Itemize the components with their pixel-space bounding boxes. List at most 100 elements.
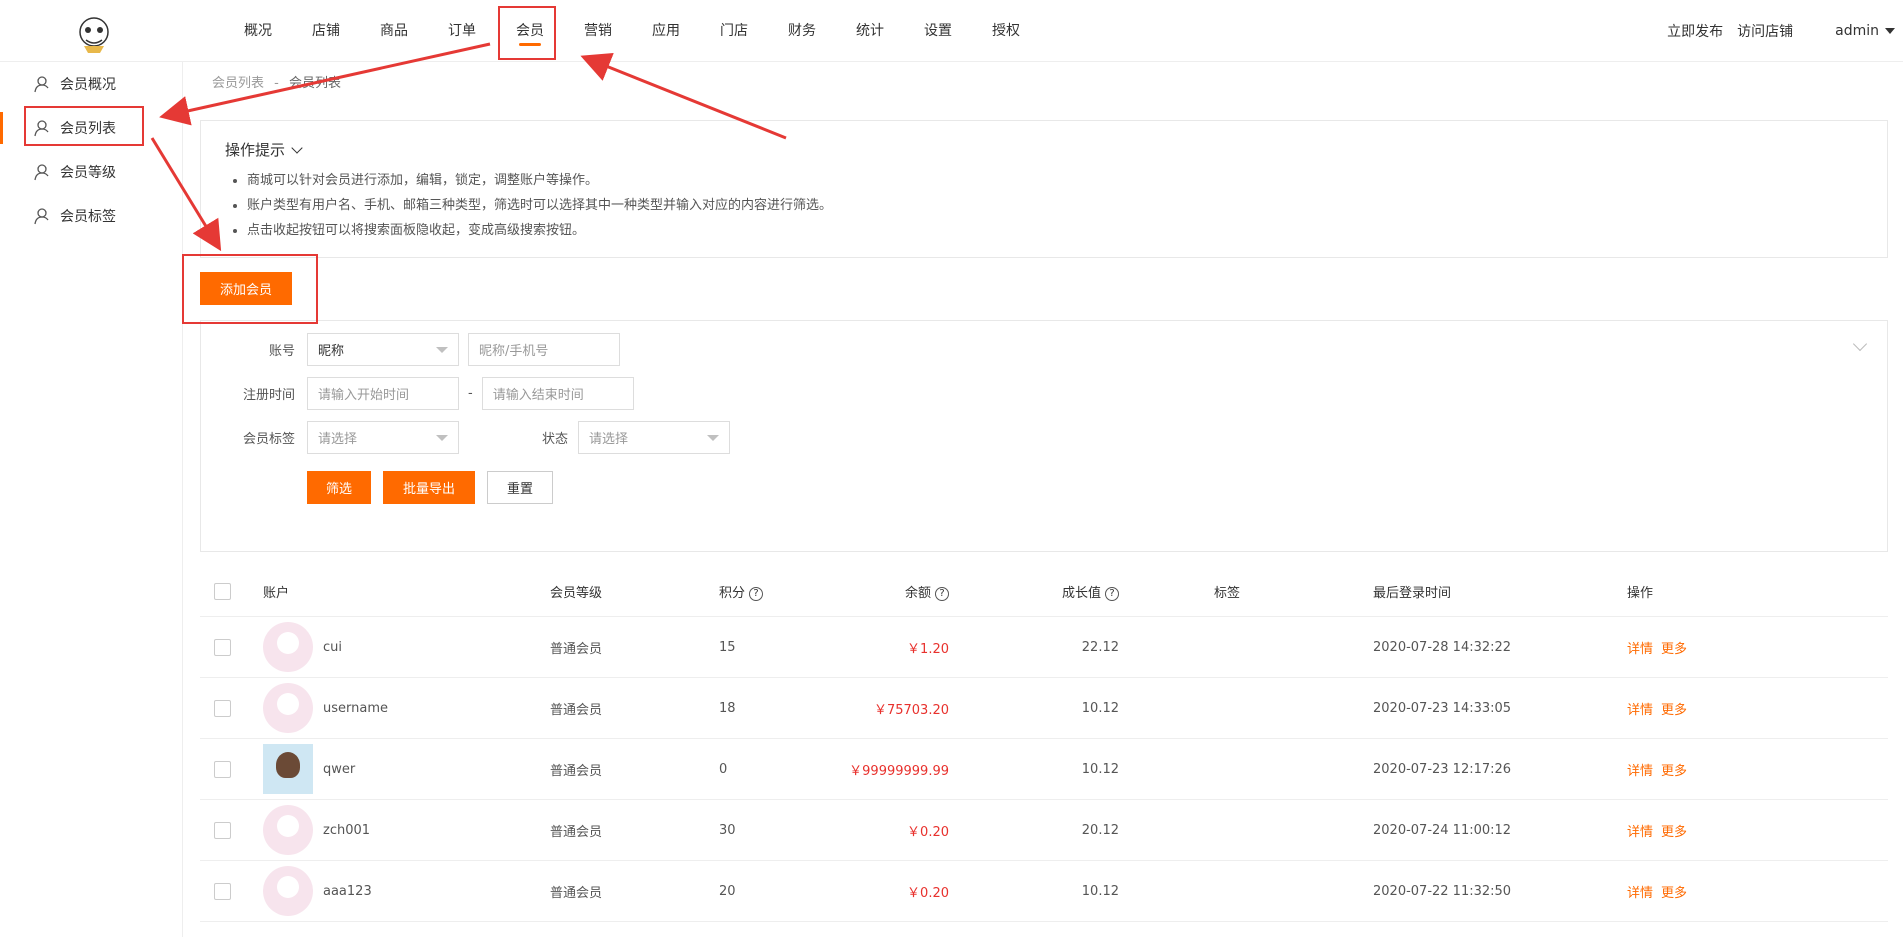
account-type-value: 昵称 (318, 344, 345, 359)
select-all-checkbox[interactable] (214, 583, 231, 600)
more-link[interactable]: 更多 (1661, 642, 1687, 657)
row-checkbox[interactable] (214, 821, 231, 839)
publish-link[interactable]: 立即发布 (1667, 21, 1723, 41)
member-last-login: 2020-07-28 14:32:22 (1373, 639, 1512, 655)
nav-item[interactable]: 营销 (564, 0, 632, 62)
register-time-row: 注册时间 请输入开始时间 - 请输入结束时间 (201, 377, 634, 410)
nav-item[interactable]: 设置 (904, 0, 972, 62)
row-checkbox[interactable] (214, 882, 231, 900)
account-filter-row: 账号 昵称 昵称/手机号 (201, 333, 620, 366)
sidebar-item-label: 会员标签 (60, 209, 116, 225)
header-growth-text: 成长值 (1061, 586, 1101, 601)
table-row: username 普通会员 18 ￥75703.20 10.12 2020-07-23 1… (200, 678, 1888, 739)
nav-item[interactable]: 门店 (700, 0, 768, 62)
user-level-icon (34, 164, 49, 181)
nav-item[interactable]: 应用 (632, 0, 700, 62)
detail-link[interactable]: 详情 (1627, 703, 1653, 718)
header-tags: 标签 (1214, 586, 1241, 601)
detail-link[interactable]: 详情 (1627, 825, 1653, 840)
annotation-box-member-list (24, 106, 144, 146)
status-label: 状态 (541, 432, 568, 447)
help-icon[interactable]: ? (1105, 586, 1119, 601)
more-link[interactable]: 更多 (1661, 764, 1687, 779)
detail-link[interactable]: 详情 (1627, 886, 1653, 901)
reset-button[interactable]: 重置 (487, 471, 553, 504)
breadcrumb-current: 会员列表 (289, 76, 342, 91)
visit-store-link[interactable]: 访问店铺 (1737, 21, 1793, 41)
header-actions: 操作 (1627, 586, 1654, 601)
date-range-dash: - (468, 386, 473, 401)
chevron-down-icon[interactable] (1885, 28, 1895, 34)
tips-title[interactable]: 操作提示 (225, 139, 1863, 160)
member-growth: 20.12 (1081, 822, 1119, 838)
chevron-down-icon[interactable] (291, 141, 303, 154)
member-balance: ￥99999999.99 (849, 763, 949, 779)
member-points: 30 (719, 822, 736, 838)
more-link[interactable]: 更多 (1661, 886, 1687, 901)
sidebar-item[interactable]: 会员概况 (0, 62, 182, 106)
filter-actions: 筛选 批量导出 重置 (307, 471, 553, 504)
breadcrumb-parent[interactable]: 会员列表 (212, 76, 264, 91)
nav-item[interactable]: 统计 (836, 0, 904, 62)
member-points: 15 (719, 639, 736, 655)
member-balance: ￥1.20 (907, 641, 949, 657)
more-link[interactable]: 更多 (1661, 703, 1687, 718)
member-level: 普通会员 (550, 641, 603, 657)
member-last-login: 2020-07-22 11:32:50 (1373, 883, 1512, 899)
status-value: 请选择 (589, 432, 629, 447)
member-tag-select[interactable]: 请选择 (307, 421, 459, 454)
detail-link[interactable]: 详情 (1627, 642, 1653, 657)
nav-item-label: 订单 (448, 23, 476, 39)
account-search-placeholder: 昵称/手机号 (479, 344, 549, 359)
nav-item-label: 授权 (992, 23, 1020, 39)
collapse-chevron-icon[interactable] (1852, 336, 1868, 352)
row-checkbox[interactable] (214, 760, 231, 778)
nav-item[interactable]: 商品 (360, 0, 428, 62)
more-link[interactable]: 更多 (1661, 825, 1687, 840)
nav-item[interactable]: 订单 (428, 0, 496, 62)
member-level: 普通会员 (550, 702, 603, 718)
row-checkbox[interactable] (214, 638, 231, 656)
filter-button[interactable]: 筛选 (307, 471, 371, 504)
member-name: qwer (323, 761, 356, 777)
help-icon[interactable]: ? (749, 586, 764, 601)
user-tag-icon (34, 208, 49, 225)
sidebar-item-label: 会员概况 (60, 77, 116, 93)
end-time-input[interactable]: 请输入结束时间 (481, 377, 634, 410)
member-growth: 10.12 (1081, 883, 1119, 899)
header-points: 积分? (719, 582, 819, 601)
user-menu[interactable]: admin (1835, 23, 1879, 39)
nav-item[interactable]: 店铺 (292, 0, 360, 62)
detail-link[interactable]: 详情 (1627, 764, 1653, 779)
header-last-login: 最后登录时间 (1373, 586, 1452, 601)
nav-item[interactable]: 概况 (224, 0, 292, 62)
nav-item[interactable]: 授权 (972, 0, 1040, 62)
nav-item-label: 统计 (856, 23, 884, 39)
logo-icon[interactable] (74, 14, 114, 54)
operation-tips-panel: 操作提示 商城可以针对会员进行添加，编辑，锁定，调整账户等操作。账户类型有用户名… (200, 120, 1888, 258)
annotation-box-nav-member (498, 6, 556, 60)
dropdown-caret-icon (436, 347, 448, 353)
batch-export-button[interactable]: 批量导出 (383, 471, 475, 504)
tip-item: 商城可以针对会员进行添加，编辑，锁定，调整账户等操作。 (247, 168, 1863, 193)
row-checkbox[interactable] (214, 699, 231, 717)
dropdown-caret-icon (436, 435, 448, 441)
member-name: zch001 (323, 822, 371, 838)
nav-item-label: 营销 (584, 23, 612, 39)
member-growth: 10.12 (1081, 700, 1119, 716)
help-icon[interactable]: ? (935, 586, 949, 601)
breadcrumb-separator: - (274, 76, 279, 91)
member-balance: ￥0.20 (907, 885, 949, 901)
member-tag-label: 会员标签 (242, 432, 295, 447)
header-points-text: 积分 (719, 586, 746, 601)
register-time-label: 注册时间 (242, 388, 295, 403)
member-name: cui (323, 639, 342, 655)
account-search-input[interactable]: 昵称/手机号 (468, 333, 620, 366)
user-icon (34, 76, 49, 93)
status-select[interactable]: 请选择 (578, 421, 730, 454)
account-type-select[interactable]: 昵称 (307, 333, 459, 366)
sidebar-item[interactable]: 会员等级 (0, 150, 182, 194)
sidebar-item[interactable]: 会员标签 (0, 194, 182, 238)
start-time-input[interactable]: 请输入开始时间 (307, 377, 459, 410)
nav-item[interactable]: 财务 (768, 0, 836, 62)
